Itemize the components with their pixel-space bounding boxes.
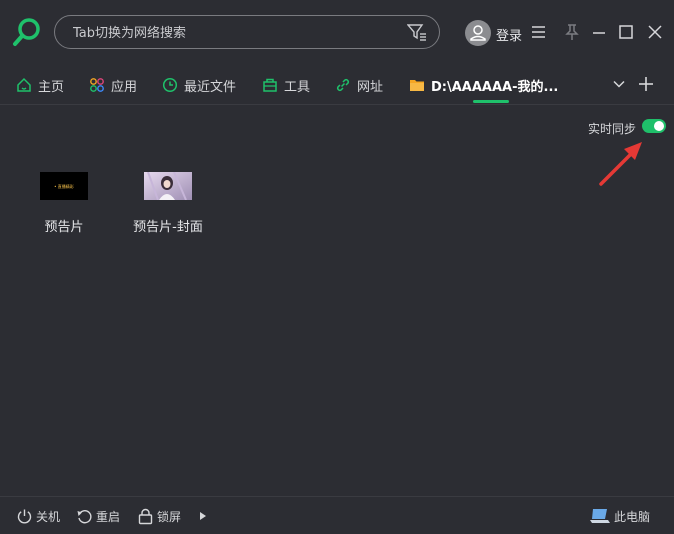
top-bar: 登录 <box>0 0 674 64</box>
apps-icon <box>90 78 104 92</box>
user-icon <box>470 25 486 41</box>
this-computer-label: 此电脑 <box>614 509 651 524</box>
lock-button[interactable]: 锁屏 <box>137 506 181 526</box>
video-thumbnail: • 直播精彩 <box>40 172 88 200</box>
shutdown-button[interactable]: 关机 <box>16 506 60 526</box>
play-arrow-icon[interactable] <box>198 511 208 521</box>
file-name: 预告片 <box>44 220 84 235</box>
clock-icon <box>162 77 178 93</box>
shutdown-label: 关机 <box>36 509 61 524</box>
tab-recent-files-label: 最近文件 <box>184 79 237 95</box>
tab-apps-label: 应用 <box>111 79 138 95</box>
menu-icon[interactable] <box>529 22 549 42</box>
this-computer-button[interactable]: 此电脑 <box>589 506 650 526</box>
power-icon <box>17 509 32 524</box>
tab-folder-label: D:\AAAAAA-我的... <box>431 79 559 95</box>
tab-home-label: 主页 <box>38 79 65 95</box>
lock-label: 锁屏 <box>157 509 182 524</box>
tab-tools-label: 工具 <box>284 79 311 95</box>
computer-icon <box>590 509 610 523</box>
home-icon <box>17 77 31 92</box>
search-input[interactable] <box>71 22 395 44</box>
tab-home[interactable]: 主页 <box>16 75 64 95</box>
file-item[interactable]: • 直播精彩 预告片 <box>9 172 119 235</box>
restart-label: 重启 <box>96 509 121 524</box>
restart-button[interactable]: 重启 <box>76 506 120 526</box>
annotation-arrow <box>599 142 642 186</box>
tab-recent-files[interactable]: 最近文件 <box>162 75 236 95</box>
search-logo-icon[interactable] <box>12 17 42 47</box>
close-icon[interactable] <box>645 22 665 42</box>
tab-urls[interactable]: 网址 <box>335 75 383 95</box>
pin-icon[interactable] <box>562 22 582 42</box>
thumbnail-caption: • 直播精彩 <box>54 183 74 189</box>
active-tab-indicator <box>473 100 509 103</box>
tab-tools[interactable]: 工具 <box>262 75 310 95</box>
link-icon <box>336 78 350 92</box>
status-bar: 关机 重启 锁屏 此电脑 <box>0 496 674 534</box>
login-button[interactable]: 登录 <box>496 25 522 44</box>
lock-icon <box>138 508 153 524</box>
sync-toggle[interactable] <box>642 119 666 133</box>
folder-icon <box>410 80 424 91</box>
tab-bar: 主页 应用 最近文件 工具 网址 D:\AAAAAA-我的... <box>0 64 674 105</box>
add-tab-icon[interactable] <box>637 75 655 93</box>
restart-icon <box>77 509 92 523</box>
minimize-icon[interactable] <box>589 22 609 42</box>
tab-urls-label: 网址 <box>357 79 384 95</box>
tab-apps[interactable]: 应用 <box>89 75 137 95</box>
search-box[interactable] <box>54 15 440 49</box>
toolbox-icon <box>263 78 277 92</box>
tab-folder[interactable]: D:\AAAAAA-我的... <box>409 75 558 95</box>
file-name: 预告片-封面 <box>133 220 203 235</box>
image-thumbnail <box>144 171 192 201</box>
filter-icon[interactable] <box>407 23 427 41</box>
chevron-down-icon[interactable] <box>611 76 627 92</box>
maximize-icon[interactable] <box>616 22 636 42</box>
file-item[interactable]: 预告片-封面 <box>113 171 223 235</box>
sync-label: 实时同步 <box>588 122 637 136</box>
avatar[interactable] <box>465 20 491 46</box>
